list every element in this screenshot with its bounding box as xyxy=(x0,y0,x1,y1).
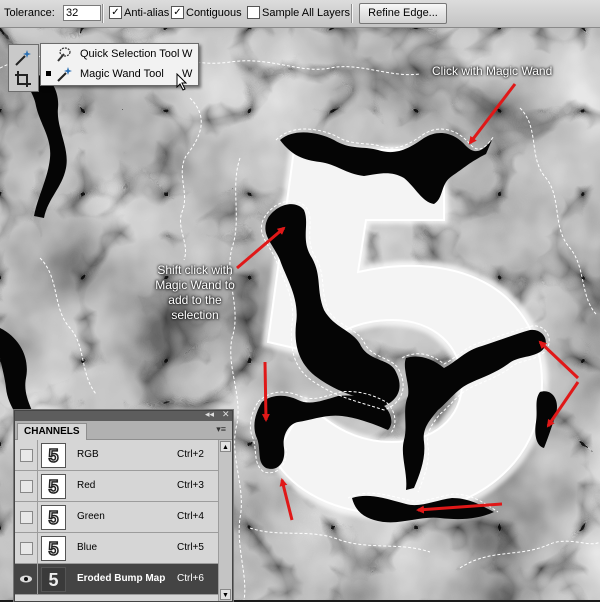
channel-row-eroded-bump-map[interactable]: 5 Eroded Bump Map Ctrl+6 xyxy=(15,564,218,595)
thumbnail-glyph: 5 xyxy=(48,539,58,559)
visibility-box xyxy=(20,480,33,493)
channel-shortcut: Ctrl+2 xyxy=(177,449,204,460)
annotation-click-with-magic-wand: Click with Magic Wand xyxy=(432,64,553,78)
tolerance-input[interactable]: 32 xyxy=(63,5,101,21)
visibility-box xyxy=(20,449,33,462)
visibility-box xyxy=(20,542,33,555)
contiguous-label: Contiguous xyxy=(186,7,242,19)
channels-panel: ◂◂ ✕ CHANNELS ▾≡ 5 RGB Ctrl+2 5 Red Ctrl… xyxy=(14,409,233,602)
annotation-shift-click: Shift click with Magic Wand to add to th… xyxy=(140,263,250,323)
active-tool-bullet xyxy=(46,71,51,76)
scroll-up-icon[interactable]: ▲ xyxy=(220,441,231,452)
visibility-toggle[interactable] xyxy=(15,502,38,532)
annotation-line: selection xyxy=(171,308,219,322)
flyout-item-magic-wand[interactable]: Magic Wand Tool W xyxy=(41,65,198,84)
channel-shortcut: Ctrl+4 xyxy=(177,511,204,522)
arrow-left-hole xyxy=(261,361,270,422)
visibility-toggle[interactable] xyxy=(15,564,38,594)
panel-menu-icon[interactable]: ▾≡ xyxy=(216,424,226,435)
tools-panel-strip xyxy=(8,44,39,92)
channel-name: Eroded Bump Map xyxy=(77,573,166,584)
separator xyxy=(351,4,352,23)
thumbnail-glyph: 5 xyxy=(48,508,58,528)
channel-name: Green xyxy=(77,511,105,522)
eye-icon xyxy=(20,575,32,583)
anti-alias-label: Anti-alias xyxy=(124,7,170,19)
close-icon[interactable]: ✕ xyxy=(222,409,230,420)
channel-row-green[interactable]: 5 Green Ctrl+4 xyxy=(15,502,218,533)
panel-title-bar[interactable]: ◂◂ ✕ xyxy=(15,409,232,421)
channel-name: Blue xyxy=(77,542,98,553)
crop-icon xyxy=(15,71,31,87)
magic-wand-icon xyxy=(57,67,72,82)
channel-thumbnail: 5 xyxy=(41,567,66,592)
visibility-toggle[interactable] xyxy=(15,533,38,563)
channel-row-rgb[interactable]: 5 RGB Ctrl+2 xyxy=(15,440,218,471)
visibility-box xyxy=(20,511,33,524)
thumbnail-glyph: 5 xyxy=(48,477,58,497)
channel-thumbnail: 5 xyxy=(41,474,66,499)
flyout-item-quick-selection[interactable]: Quick Selection Tool W xyxy=(41,45,198,64)
tolerance-label: Tolerance: xyxy=(4,7,55,19)
visibility-toggle[interactable] xyxy=(15,440,38,470)
sample-all-layers-label: Sample All Layers xyxy=(262,7,351,19)
annotation-line: add to the xyxy=(168,293,222,307)
thumbnail-glyph: 5 xyxy=(48,570,58,590)
mouse-cursor-icon xyxy=(176,73,188,91)
channel-shortcut: Ctrl+6 xyxy=(177,573,204,584)
contiguous-checkbox[interactable]: ✓ xyxy=(171,6,184,19)
channel-row-red[interactable]: 5 Red Ctrl+3 xyxy=(15,471,218,502)
refine-edge-button[interactable]: Refine Edge... xyxy=(359,3,447,24)
flyout-item-label: Magic Wand Tool xyxy=(80,68,164,80)
flyout-item-label: Quick Selection Tool xyxy=(80,48,180,60)
anti-alias-checkbox[interactable]: ✓ xyxy=(109,6,122,19)
flyout-item-shortcut: W xyxy=(182,48,193,60)
annotation-line: Shift click with xyxy=(157,263,233,277)
channel-row-blue[interactable]: 5 Blue Ctrl+5 xyxy=(15,533,218,564)
channel-thumbnail: 5 xyxy=(41,536,66,561)
collapse-icon[interactable]: ◂◂ xyxy=(205,409,214,420)
channel-shortcut: Ctrl+3 xyxy=(177,480,204,491)
separator xyxy=(102,4,103,23)
channels-scrollbar[interactable]: ▲ ▼ xyxy=(218,440,232,601)
channel-shortcut: Ctrl+5 xyxy=(177,542,204,553)
thumbnail-glyph: 5 xyxy=(48,446,58,466)
annotation-line: Magic Wand to xyxy=(155,278,235,292)
tab-channels[interactable]: CHANNELS xyxy=(17,423,87,440)
channel-name: RGB xyxy=(77,449,99,460)
channel-thumbnail: 5 xyxy=(41,443,66,468)
magic-wand-icon xyxy=(15,50,31,66)
options-bar: Tolerance: 32 ✓ Anti-alias ✓ Contiguous … xyxy=(0,0,600,28)
panel-tab-bar: CHANNELS ▾≡ xyxy=(15,421,232,440)
scroll-down-icon[interactable]: ▼ xyxy=(220,589,231,600)
crop-tool-button[interactable] xyxy=(12,69,34,89)
sample-all-layers-checkbox[interactable] xyxy=(247,6,260,19)
visibility-toggle[interactable] xyxy=(15,471,38,501)
magic-wand-tool-button[interactable] xyxy=(12,48,34,68)
channel-thumbnail: 5 xyxy=(41,505,66,530)
quick-selection-icon xyxy=(57,47,71,62)
channel-name: Red xyxy=(77,480,96,491)
